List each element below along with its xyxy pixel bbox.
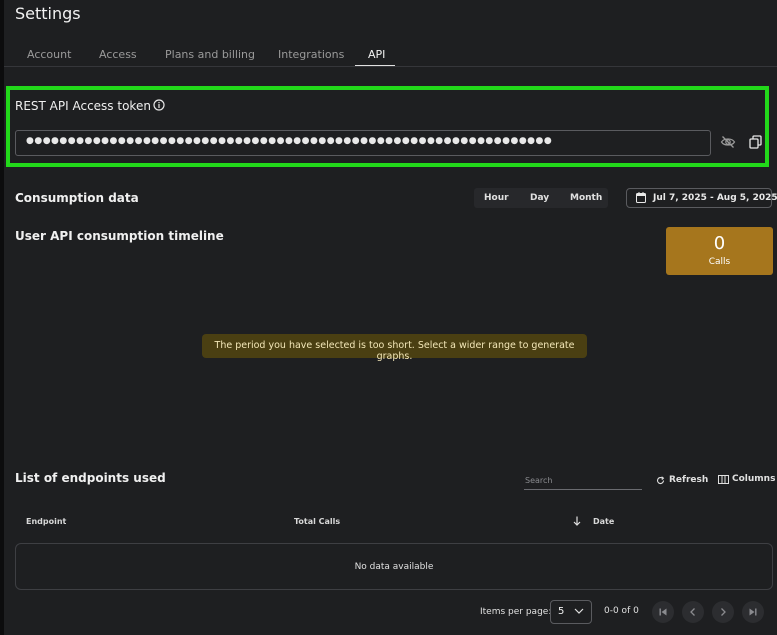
- columns-icon: [718, 474, 729, 484]
- refresh-icon: [656, 475, 665, 484]
- column-header-date[interactable]: Date: [593, 517, 614, 526]
- calls-label: Calls: [708, 257, 731, 267]
- info-icon[interactable]: [153, 99, 165, 111]
- column-header-total-calls[interactable]: Total Calls: [294, 517, 340, 526]
- tab-integrations[interactable]: Integrations: [278, 48, 344, 61]
- first-page-icon: [659, 608, 667, 616]
- granularity-hour-button[interactable]: Hour: [484, 193, 509, 203]
- settings-tabs: Account Access Plans and billing Integra…: [15, 40, 775, 67]
- calls-count: 0: [713, 233, 726, 254]
- timeline-title: User API consumption timeline: [15, 229, 224, 243]
- tab-api[interactable]: API: [368, 48, 385, 61]
- next-page-button[interactable]: [712, 601, 734, 623]
- chevron-down-icon: [574, 608, 584, 614]
- tab-access[interactable]: Access: [99, 48, 137, 61]
- last-page-icon: [749, 608, 757, 616]
- granularity-day-button[interactable]: Day: [530, 193, 549, 203]
- calls-summary-card: 0 Calls: [666, 227, 773, 275]
- tab-account[interactable]: Account: [27, 48, 71, 61]
- last-page-button[interactable]: [742, 601, 764, 623]
- endpoints-table-body: No data available: [15, 543, 773, 590]
- empty-state-text: No data available: [354, 562, 434, 572]
- copy-icon[interactable]: [749, 135, 762, 149]
- tab-plans-and-billing[interactable]: Plans and billing: [165, 48, 255, 61]
- token-label: REST API Access token: [15, 99, 151, 113]
- items-per-page-select[interactable]: [550, 600, 592, 624]
- page-title: Settings: [15, 4, 81, 23]
- period-notice: The period you have selected is too shor…: [202, 334, 587, 362]
- settings-panel: Settings Account Access Plans and billin…: [4, 0, 777, 635]
- granularity-month-button[interactable]: Month: [570, 193, 602, 203]
- token-masked-value: ●●●●●●●●●●●●●●●●●●●●●●●●●●●●●●●●●●●●●●●●…: [26, 136, 553, 146]
- pagination-range: 0-0 of 0: [604, 606, 639, 616]
- period-notice-text: The period you have selected is too shor…: [214, 340, 575, 362]
- date-range-text: Jul 7, 2025 - Aug 5, 2025: [653, 193, 777, 203]
- tabs-divider: [4, 66, 777, 67]
- items-per-page-label: Items per page:: [480, 607, 552, 617]
- sort-descending-icon[interactable]: [573, 516, 581, 526]
- refresh-label: Refresh: [669, 475, 709, 485]
- chevron-left-icon: [690, 608, 695, 616]
- refresh-button[interactable]: Refresh: [656, 475, 708, 485]
- previous-page-button[interactable]: [682, 601, 704, 623]
- chevron-right-icon: [721, 608, 726, 616]
- columns-button[interactable]: Columns: [718, 474, 775, 484]
- first-page-button[interactable]: [652, 601, 674, 623]
- column-header-endpoint[interactable]: Endpoint: [26, 517, 66, 526]
- endpoints-title: List of endpoints used: [15, 471, 166, 485]
- columns-label: Columns: [732, 474, 776, 484]
- items-per-page-value: 5: [558, 606, 565, 617]
- calendar-icon: [636, 192, 646, 203]
- eye-off-icon[interactable]: [720, 134, 736, 150]
- granularity-toggle: Hour Day Month: [474, 188, 608, 208]
- search-input[interactable]: [524, 472, 642, 490]
- consumption-title: Consumption data: [15, 191, 139, 205]
